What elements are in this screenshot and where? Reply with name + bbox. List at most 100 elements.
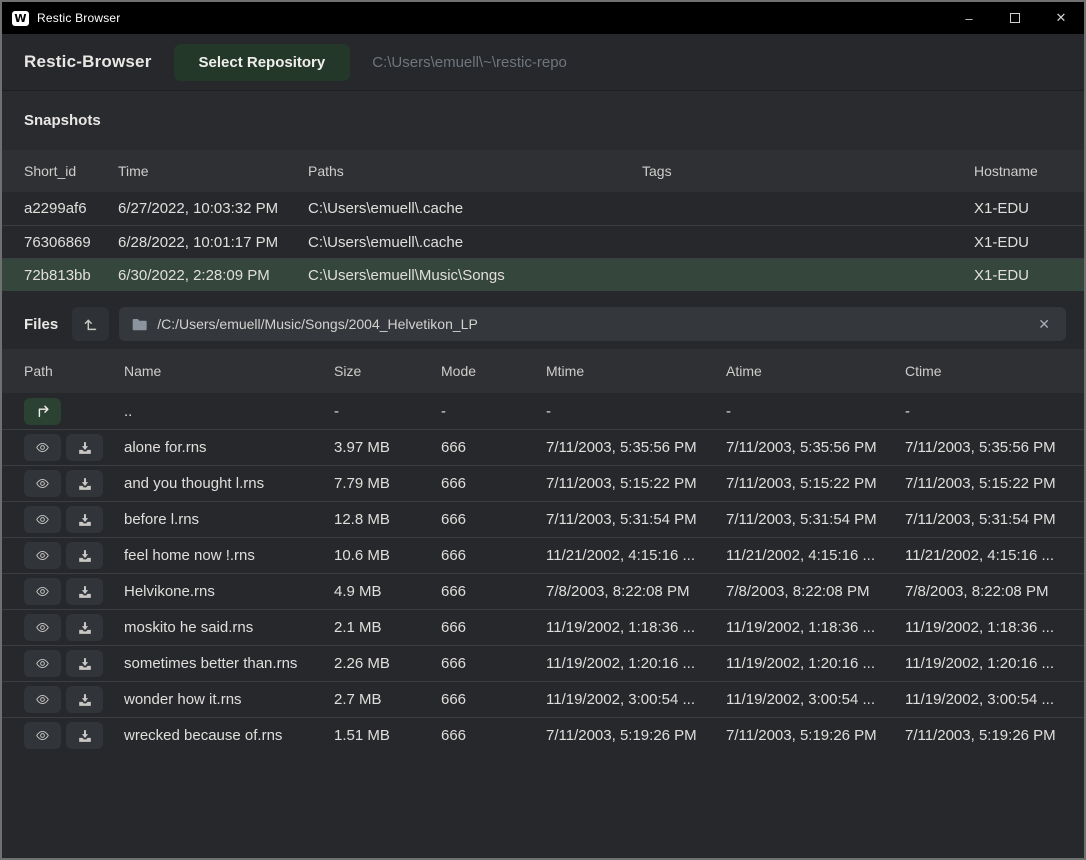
snapshot-row[interactable]: 72b813bb6/30/2022, 2:28:09 PMC:\Users\em…: [2, 258, 1084, 291]
column-mode: Mode: [441, 363, 546, 379]
column-short-id: Short_id: [24, 163, 118, 179]
preview-file-button[interactable]: [24, 434, 61, 461]
snapshot-hostname: X1-EDU: [974, 200, 1062, 217]
file-atime: 7/8/2003, 8:22:08 PM: [726, 583, 905, 600]
download-icon: [76, 512, 94, 528]
preview-file-button[interactable]: [24, 722, 61, 749]
maximize-icon: [1010, 13, 1020, 23]
snapshot-short-id: 72b813bb: [24, 267, 118, 284]
file-size: 2.1 MB: [334, 619, 441, 636]
file-atime: 11/19/2002, 3:00:54 ...: [726, 691, 905, 708]
folder-icon: [131, 317, 148, 332]
preview-file-button[interactable]: [24, 542, 61, 569]
column-ctime: Ctime: [905, 363, 1062, 379]
download-file-button[interactable]: [66, 506, 103, 533]
close-button[interactable]: ✕: [1038, 2, 1084, 34]
file-name: moskito he said.rns: [124, 619, 334, 636]
file-name: wrecked because of.rns: [124, 727, 334, 744]
column-atime: Atime: [726, 363, 905, 379]
file-ctime: 7/8/2003, 8:22:08 PM: [905, 583, 1062, 600]
app-icon: W: [12, 11, 29, 26]
file-atime: 7/11/2003, 5:31:54 PM: [726, 511, 905, 528]
file-atime: 11/19/2002, 1:18:36 ...: [726, 619, 905, 636]
go-up-directory-button[interactable]: [24, 398, 61, 425]
download-file-button[interactable]: [66, 434, 103, 461]
file-mtime: 11/19/2002, 3:00:54 ...: [546, 691, 726, 708]
file-mtime: 11/21/2002, 4:15:16 ...: [546, 547, 726, 564]
page-title: Restic-Browser: [24, 52, 152, 72]
file-size: -: [334, 403, 441, 420]
file-mtime: 11/19/2002, 1:20:16 ...: [546, 655, 726, 672]
current-path-bar[interactable]: /C:/Users/emuell/Music/Songs/2004_Helvet…: [119, 307, 1066, 341]
preview-eye-icon: [32, 584, 53, 599]
maximize-button[interactable]: [992, 2, 1038, 34]
file-mtime: 7/11/2003, 5:35:56 PM: [546, 439, 726, 456]
file-mtime: 11/19/2002, 1:18:36 ...: [546, 619, 726, 636]
clear-path-button[interactable]: ✕: [1034, 314, 1054, 335]
file-actions: [24, 650, 124, 677]
select-repository-button[interactable]: Select Repository: [174, 44, 351, 81]
download-file-button[interactable]: [66, 722, 103, 749]
file-atime: 11/19/2002, 1:20:16 ...: [726, 655, 905, 672]
file-mode: 666: [441, 511, 546, 528]
download-icon: [76, 656, 94, 672]
current-path-text: /C:/Users/emuell/Music/Songs/2004_Helvet…: [157, 316, 1025, 332]
snapshot-hostname: X1-EDU: [974, 267, 1062, 284]
file-row: feel home now !.rns10.6 MB66611/21/2002,…: [2, 537, 1084, 573]
files-heading-label: Files: [24, 316, 58, 333]
download-file-button[interactable]: [66, 614, 103, 641]
column-path: Path: [24, 363, 124, 379]
file-name: feel home now !.rns: [124, 547, 334, 564]
file-name: wonder how it.rns: [124, 691, 334, 708]
download-file-button[interactable]: [66, 542, 103, 569]
file-name: Helvikone.rns: [124, 583, 334, 600]
download-file-button[interactable]: [66, 578, 103, 605]
snapshot-row[interactable]: a2299af66/27/2022, 10:03:32 PMC:\Users\e…: [2, 192, 1084, 225]
download-icon: [76, 620, 94, 636]
file-mode: 666: [441, 727, 546, 744]
download-file-button[interactable]: [66, 686, 103, 713]
file-actions: [24, 722, 124, 749]
minimize-button[interactable]: –: [946, 2, 992, 34]
file-ctime: 11/21/2002, 4:15:16 ...: [905, 547, 1062, 564]
preview-eye-icon: [32, 512, 53, 527]
file-name: and you thought l.rns: [124, 475, 334, 492]
snapshot-row[interactable]: 763068696/28/2022, 10:01:17 PMC:\Users\e…: [2, 225, 1084, 258]
column-tags: Tags: [642, 163, 974, 179]
file-mode: -: [441, 403, 546, 420]
app-header: Restic-Browser Select Repository C:\User…: [2, 34, 1084, 90]
download-icon: [76, 548, 94, 564]
file-ctime: 7/11/2003, 5:31:54 PM: [905, 511, 1062, 528]
preview-file-button[interactable]: [24, 506, 61, 533]
snapshots-table-header: Short_id Time Paths Tags Hostname: [2, 150, 1084, 192]
file-ctime: 11/19/2002, 3:00:54 ...: [905, 691, 1062, 708]
file-actions: [24, 398, 124, 425]
file-mode: 666: [441, 439, 546, 456]
column-size: Size: [334, 363, 441, 379]
file-actions: [24, 614, 124, 641]
file-atime: 7/11/2003, 5:15:22 PM: [726, 475, 905, 492]
preview-file-button[interactable]: [24, 650, 61, 677]
file-size: 2.26 MB: [334, 655, 441, 672]
download-file-button[interactable]: [66, 470, 103, 497]
file-ctime: 7/11/2003, 5:35:56 PM: [905, 439, 1062, 456]
file-row: before l.rns12.8 MB6667/11/2003, 5:31:54…: [2, 501, 1084, 537]
file-size: 3.97 MB: [334, 439, 441, 456]
file-ctime: 7/11/2003, 5:19:26 PM: [905, 727, 1062, 744]
download-icon: [76, 476, 94, 492]
file-name: sometimes better than.rns: [124, 655, 334, 672]
file-mtime: 7/11/2003, 5:19:26 PM: [546, 727, 726, 744]
column-mtime: Mtime: [546, 363, 726, 379]
preview-file-button[interactable]: [24, 686, 61, 713]
file-name: before l.rns: [124, 511, 334, 528]
download-icon: [76, 440, 94, 456]
file-mtime: 7/11/2003, 5:31:54 PM: [546, 511, 726, 528]
snapshot-time: 6/27/2022, 10:03:32 PM: [118, 200, 308, 217]
download-file-button[interactable]: [66, 650, 103, 677]
preview-file-button[interactable]: [24, 470, 61, 497]
preview-file-button[interactable]: [24, 614, 61, 641]
preview-file-button[interactable]: [24, 578, 61, 605]
file-row: alone for.rns3.97 MB6667/11/2003, 5:35:5…: [2, 429, 1084, 465]
go-to-parent-button[interactable]: [72, 307, 109, 341]
snapshot-paths: C:\Users\emuell\.cache: [308, 200, 642, 217]
